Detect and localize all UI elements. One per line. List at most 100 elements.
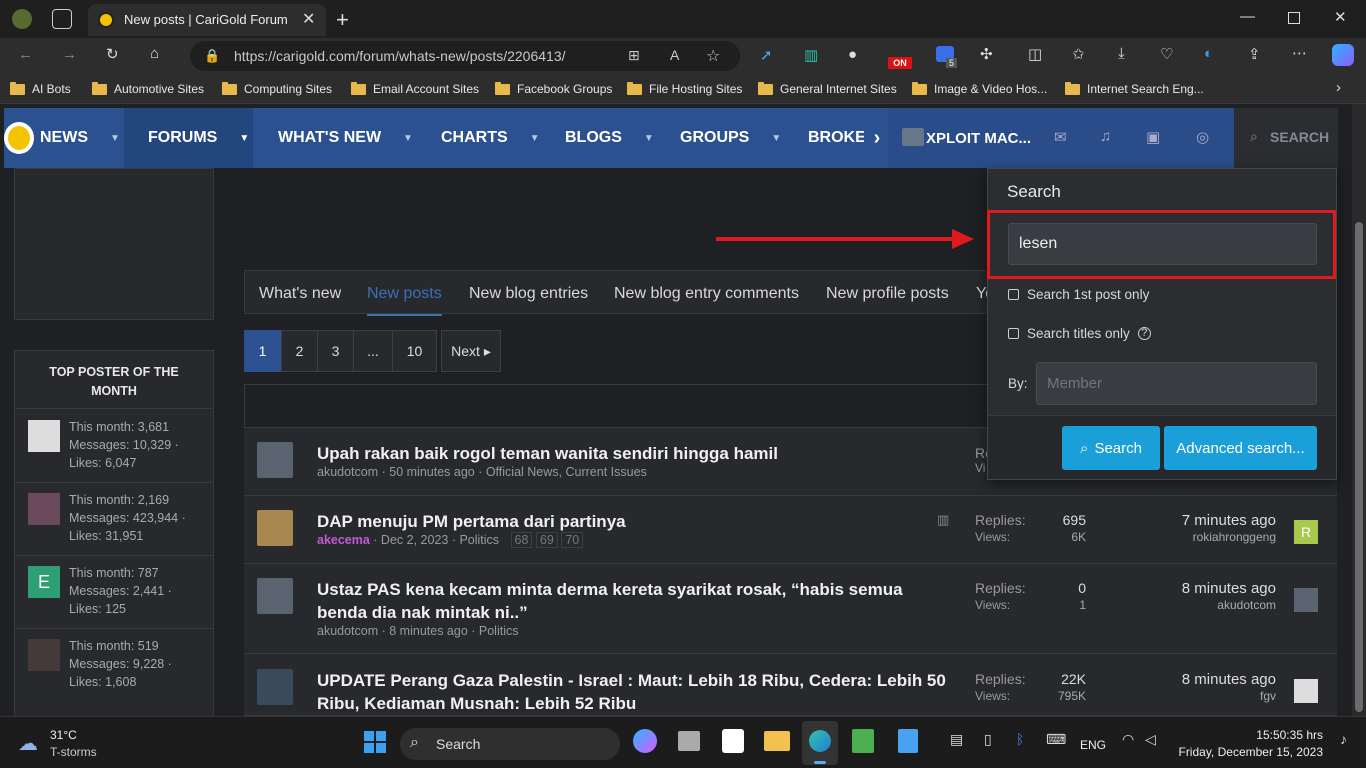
- wallet-icon[interactable]: ▣: [1146, 128, 1160, 146]
- weather-temp[interactable]: 31°C: [50, 728, 77, 742]
- thread-avatar[interactable]: [257, 442, 293, 478]
- checkbox[interactable]: [1008, 289, 1019, 300]
- checkbox[interactable]: [1008, 328, 1019, 339]
- close-window-icon[interactable]: ✕: [1334, 8, 1347, 26]
- bookmark-ai-bots[interactable]: AI Bots: [10, 81, 71, 96]
- new-tab-icon[interactable]: +: [336, 7, 349, 33]
- performance-icon[interactable]: ♡: [1160, 45, 1173, 63]
- search-titles-only-option[interactable]: Search titles only?: [1008, 326, 1151, 341]
- last-post-user[interactable]: akudotcom: [1120, 598, 1276, 612]
- split-screen-icon[interactable]: ◫: [1028, 45, 1042, 63]
- bluetooth-icon[interactable]: ᛒ: [1016, 731, 1024, 747]
- nav-search-tab[interactable]: ⌕ SEARCH: [1234, 108, 1338, 168]
- favorites-icon[interactable]: ✩: [1072, 45, 1085, 63]
- notification-bell-icon[interactable]: ♪: [1340, 731, 1347, 747]
- tab-new-posts[interactable]: New posts: [367, 285, 442, 316]
- next-page-button[interactable]: Next ▸: [441, 330, 501, 372]
- poster-avatar[interactable]: [28, 493, 60, 525]
- nav-forums[interactable]: FORUMS ▼: [124, 108, 253, 168]
- nav-charts[interactable]: CHARTS ▼: [441, 108, 540, 168]
- page-jump[interactable]: 70: [561, 532, 584, 548]
- active-tab[interactable]: New posts | CariGold Forum ✕: [88, 4, 326, 36]
- page-jump[interactable]: 69: [535, 532, 558, 548]
- wifi-icon[interactable]: ◠: [1122, 731, 1134, 748]
- profile-avatar-icon[interactable]: [12, 9, 32, 29]
- thread-avatar[interactable]: [257, 578, 293, 614]
- favorite-star-icon[interactable]: ☆: [706, 46, 720, 66]
- keyboard-icon[interactable]: ⌨: [1046, 731, 1066, 748]
- clock-time[interactable]: 15:50:35 hrs: [1180, 728, 1323, 742]
- thread-avatar[interactable]: [257, 669, 293, 705]
- inbox-icon[interactable]: ✉: [1054, 128, 1067, 146]
- search-button[interactable]: ⌕ Search: [1062, 426, 1160, 470]
- poster-avatar[interactable]: [28, 420, 60, 452]
- address-bar[interactable]: 🔒 https://carigold.com/forum/whats-new/p…: [190, 41, 740, 71]
- bookmark-computing[interactable]: Computing Sites: [222, 81, 332, 96]
- tray-app-icon[interactable]: ▤: [950, 731, 963, 748]
- bookmark-image-video[interactable]: Image & Video Hos...: [912, 81, 1047, 96]
- bookmark-search-engines[interactable]: Internet Search Eng...: [1065, 81, 1204, 96]
- bookmark-facebook[interactable]: Facebook Groups: [495, 81, 612, 96]
- forward-icon[interactable]: →: [62, 46, 77, 63]
- language-indicator[interactable]: ENG: [1080, 738, 1106, 752]
- last-poster-avatar[interactable]: [1294, 588, 1318, 612]
- tab-new-blog-comments[interactable]: New blog entry comments: [614, 285, 799, 303]
- scrollbar-thumb[interactable]: [1355, 222, 1363, 712]
- nav-brokers[interactable]: BROKE: [808, 108, 866, 168]
- nav-news[interactable]: NEWS ▼: [40, 108, 120, 168]
- extensions-puzzle-icon[interactable]: ✣: [980, 45, 993, 63]
- workspaces-icon[interactable]: [52, 9, 72, 29]
- user-avatar[interactable]: [902, 128, 924, 146]
- page-jump[interactable]: 68: [510, 532, 533, 548]
- usb-icon[interactable]: ▯: [984, 731, 992, 748]
- weather-desc[interactable]: T-storms: [50, 745, 97, 759]
- refresh-icon[interactable]: ↻: [106, 45, 119, 63]
- share-icon[interactable]: ⇪: [1248, 45, 1261, 63]
- nav-groups[interactable]: GROUPS ▼: [680, 108, 781, 168]
- close-tab-icon[interactable]: ✕: [302, 9, 315, 29]
- page-2[interactable]: 2: [281, 330, 318, 372]
- extension-cursor-icon[interactable]: ➚: [760, 46, 773, 64]
- poster-avatar[interactable]: [28, 639, 60, 671]
- tab-whats-new[interactable]: What's new: [259, 285, 341, 303]
- page-1[interactable]: 1: [244, 330, 281, 372]
- app-chart-icon[interactable]: [852, 729, 874, 753]
- task-view-icon[interactable]: [678, 731, 700, 751]
- bookmark-general[interactable]: General Internet Sites: [758, 81, 897, 96]
- edge-icon[interactable]: ◐: [1204, 45, 1213, 62]
- last-poster-avatar[interactable]: [1294, 679, 1318, 703]
- home-icon[interactable]: ⌂: [150, 45, 159, 62]
- last-post-time[interactable]: 7 minutes ago: [1120, 512, 1276, 529]
- more-bookmarks-chevron-icon[interactable]: ›: [1336, 79, 1341, 96]
- copilot-taskbar-icon[interactable]: [633, 729, 657, 753]
- site-logo-icon[interactable]: [4, 122, 34, 154]
- last-post-time[interactable]: 8 minutes ago: [1120, 671, 1276, 688]
- user-menu[interactable]: XPLOIT MAC...: [926, 108, 1031, 168]
- page-3[interactable]: 3: [317, 330, 354, 372]
- extension-reader-icon[interactable]: ▥: [804, 46, 818, 64]
- member-input[interactable]: [1036, 362, 1317, 405]
- nav-blogs[interactable]: BLOGS ▼: [565, 108, 654, 168]
- bookmark-bulb-icon[interactable]: ◎: [1196, 128, 1209, 146]
- read-aloud-icon[interactable]: A: [670, 47, 679, 63]
- store-icon[interactable]: [722, 729, 744, 753]
- extension-on-badge[interactable]: ON: [888, 57, 912, 69]
- notepad-icon[interactable]: [898, 729, 918, 753]
- more-menu-icon[interactable]: ⋯: [1292, 44, 1307, 62]
- help-icon[interactable]: ?: [1137, 327, 1151, 340]
- thread-title[interactable]: DAP menuju PM pertama dari partinya: [317, 510, 626, 533]
- nav-whats-new[interactable]: WHAT'S NEW ▼: [278, 108, 413, 168]
- page-ellipsis[interactable]: ...: [353, 330, 393, 372]
- bookmark-automotive[interactable]: Automotive Sites: [92, 81, 204, 96]
- last-post-time[interactable]: 8 minutes ago: [1120, 580, 1276, 597]
- taskbar-search[interactable]: ⌕ Search: [400, 728, 620, 760]
- last-post-user[interactable]: fgv: [1120, 689, 1276, 703]
- bookmark-file-hosting[interactable]: File Hosting Sites: [627, 81, 742, 96]
- extension-ball-icon[interactable]: ●: [848, 46, 857, 63]
- poster-avatar[interactable]: E: [28, 566, 60, 598]
- back-icon[interactable]: ←: [18, 46, 33, 63]
- file-explorer-icon[interactable]: [764, 731, 790, 751]
- search-first-post-option[interactable]: Search 1st post only: [1008, 287, 1149, 302]
- edge-taskbar-button[interactable]: [802, 721, 838, 765]
- copilot-icon[interactable]: [1332, 44, 1354, 66]
